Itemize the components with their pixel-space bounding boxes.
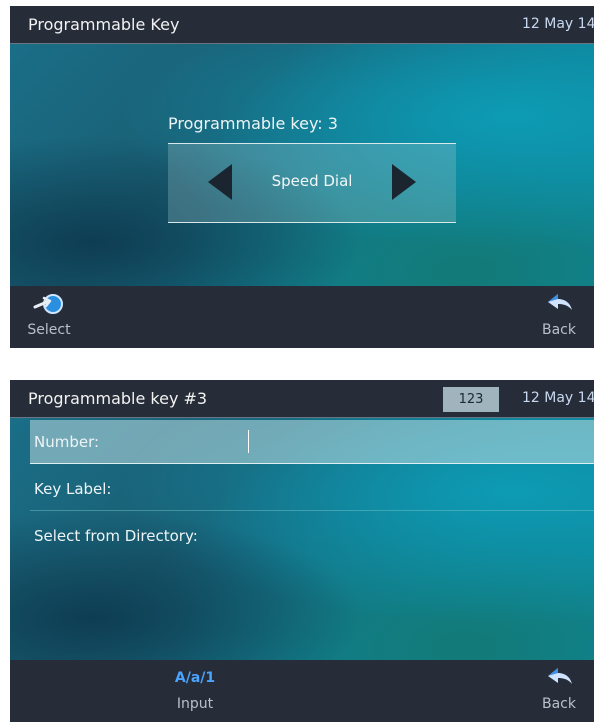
programmable-key-caption: Programmable key: 3: [168, 114, 338, 133]
input-modes-indicator: A/a/1: [174, 670, 216, 686]
select-label: Select: [27, 322, 71, 338]
key-label-row[interactable]: Key Label:: [30, 467, 594, 511]
back-label: Back: [542, 322, 576, 338]
clock: 12 May 14:02: [522, 390, 594, 406]
softkey-bar: Select Back: [10, 286, 594, 348]
back-arrow-icon: [548, 294, 572, 310]
programmable-key-screen: Programmable Key 12 May 14:0 Programmabl…: [10, 6, 594, 348]
select-softkey[interactable]: Select: [14, 292, 84, 338]
input-softkey[interactable]: A/a/1 Input: [160, 666, 230, 712]
softkey-bar: A/a/1 Input Back: [10, 660, 594, 722]
key-type-selector[interactable]: Speed Dial: [168, 143, 456, 223]
number-label: Number:: [34, 433, 100, 451]
key-label-text: Key Label:: [34, 480, 112, 498]
programmable-key-edit-screen: Programmable key #3 123 12 May 14:02 Num…: [10, 380, 594, 722]
text-cursor: [248, 430, 249, 453]
screen-title: Programmable key #3: [28, 389, 208, 408]
clock: 12 May 14:0: [522, 16, 594, 32]
content-area: Number: Key Label: Select from Directory…: [10, 418, 594, 662]
title-bar: Programmable Key 12 May 14:0: [10, 6, 594, 44]
back-softkey[interactable]: Back: [524, 666, 594, 712]
select-arrow-circle-icon: [33, 294, 63, 314]
content-area: Programmable key: 3 Speed Dial: [10, 44, 594, 286]
input-mode-badge: 123: [443, 387, 499, 412]
select-from-directory-text: Select from Directory:: [34, 527, 198, 545]
back-softkey[interactable]: Back: [524, 292, 594, 338]
back-arrow-icon: [548, 668, 572, 684]
screen-title: Programmable Key: [28, 15, 180, 34]
select-from-directory-row[interactable]: Select from Directory:: [30, 514, 594, 558]
right-arrow-icon[interactable]: [392, 164, 416, 200]
back-label: Back: [542, 696, 576, 712]
number-field-row[interactable]: Number:: [30, 420, 594, 464]
title-bar: Programmable key #3 123 12 May 14:02: [10, 380, 594, 418]
input-label: Input: [176, 696, 214, 712]
